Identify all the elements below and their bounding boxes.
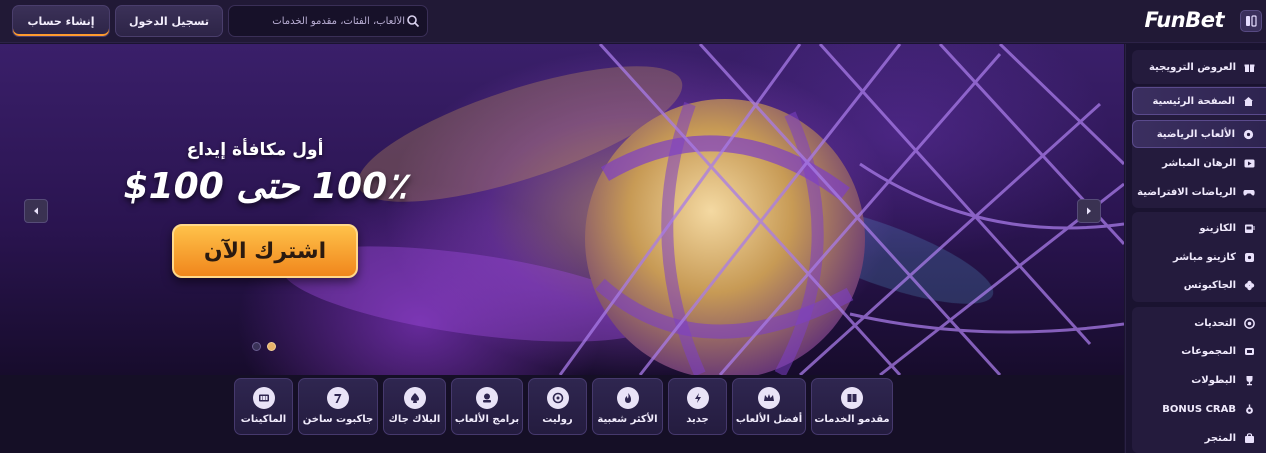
category-label: أفضل الألعاب [735, 414, 803, 425]
subscribe-now-button[interactable]: اشترك الآن [172, 224, 358, 278]
sidebar-item-bonus-crab[interactable]: BONUS CRAB [1132, 395, 1266, 423]
login-button[interactable]: تسجيل الدخول [115, 5, 223, 37]
search-icon[interactable] [406, 14, 420, 28]
category-hot-jackpot[interactable]: جاكبوت ساخن [298, 378, 378, 435]
banner-artwork [281, 44, 1124, 375]
lightning-icon [686, 387, 709, 409]
category-bar: مقدمو الخدمات أفضل الألعاب جديد الأكثر ش… [0, 375, 1124, 453]
sidebar-item-shop[interactable]: المتجر [1132, 424, 1266, 452]
sidebar-group-sports: الصفحة الرئيسية الألعاب الرياضية الرهان … [1132, 86, 1266, 208]
soccer-ball-icon [1242, 128, 1254, 140]
slide-dot-2[interactable] [267, 342, 276, 351]
category-slots[interactable]: الماكينات [234, 378, 293, 435]
crown-icon [758, 387, 780, 409]
slot-icon [252, 387, 275, 409]
gamepad-icon [1243, 186, 1255, 198]
sidebar-item-label: الألعاب الرياضية [1156, 128, 1235, 140]
category-label: برامج الألعاب [454, 414, 520, 425]
sidebar-group-rewards: التحديات المجموعات البطولات BONUS CRAB ا… [1132, 307, 1266, 453]
sidebar-item-jackpots[interactable]: الجاكبوتس [1132, 271, 1266, 299]
sidebar-item-label: الرياضات الافتراضية [1137, 186, 1236, 198]
top-header: إنشاء حساب تسجيل الدخول FunBet [0, 0, 1266, 43]
sidebar-item-label: البطولات [1191, 374, 1236, 386]
category-label: جديد [686, 414, 709, 425]
live-casino-icon [1243, 251, 1255, 263]
sidebar-item-label: التحديات [1194, 317, 1236, 329]
sidebar-item-live-betting[interactable]: الرهان المباشر [1132, 149, 1266, 177]
sidebar-item-label: الجاكبوتس [1183, 279, 1236, 291]
category-label: مقدمو الخدمات [814, 414, 890, 425]
target-icon [1243, 317, 1255, 329]
banner-headline: 100٪ حتى 100$ [123, 166, 407, 207]
sidebar-item-sports[interactable]: الألعاب الرياضية [1132, 120, 1266, 148]
chevron-right-icon [1087, 207, 1091, 215]
sidebar-toggle-icon [1246, 15, 1257, 27]
search-box[interactable] [228, 5, 428, 37]
sidebar-item-label: كازينو مباشر [1173, 251, 1236, 263]
roulette-icon [546, 387, 569, 409]
sidebar-group-casino: الكازينو كازينو مباشر الجاكبوتس [1132, 212, 1266, 302]
register-button[interactable]: إنشاء حساب [12, 5, 110, 37]
trophy-icon [1243, 374, 1255, 386]
promo-banner[interactable]: أول مكافأة إيداع 100٪ حتى 100$ اشترك الآ… [0, 44, 1124, 375]
game-show-icon [476, 387, 498, 409]
sidebar-item-live-casino[interactable]: كازينو مباشر [1132, 243, 1266, 271]
live-play-icon [1243, 157, 1255, 169]
sidebar-item-label: المتجر [1204, 432, 1236, 444]
menu-toggle-button[interactable] [1240, 10, 1262, 32]
sidebar-item-label: الرهان المباشر [1162, 157, 1236, 169]
flame-icon [616, 387, 639, 409]
category-label: البلاك جاك [388, 414, 441, 425]
funbet-logo[interactable]: FunBet [1144, 8, 1224, 32]
shop-icon [1243, 432, 1255, 444]
slide-indicators [252, 342, 276, 351]
collection-icon [1243, 345, 1255, 357]
category-most-popular[interactable]: الأكثر شعبية [592, 378, 663, 435]
book-icon [841, 387, 863, 409]
home-icon [1242, 95, 1254, 107]
banner-next-button[interactable] [1077, 199, 1101, 223]
category-label: جاكبوت ساخن [302, 414, 374, 425]
category-label: الأكثر شعبية [597, 414, 658, 425]
sidebar-item-promotions[interactable]: العروض الترويجية [1132, 53, 1266, 81]
category-game-shows[interactable]: برامج الألعاب [451, 378, 523, 435]
category-label: الماكينات [240, 414, 287, 425]
sidebar: العروض الترويجية الصفحة الرئيسية الألعاب… [1125, 44, 1266, 453]
category-new[interactable]: جديد [668, 378, 727, 435]
category-providers[interactable]: مقدمو الخدمات [811, 378, 893, 435]
chevron-left-icon [34, 207, 38, 215]
category-roulette[interactable]: روليت [528, 378, 587, 435]
sidebar-item-tournaments[interactable]: البطولات [1132, 366, 1266, 394]
sidebar-item-label: الكازينو [1199, 222, 1236, 234]
sidebar-item-label: BONUS CRAB [1162, 403, 1236, 415]
spade-icon [403, 387, 426, 409]
category-label: روليت [542, 414, 573, 425]
search-input[interactable] [237, 6, 405, 36]
banner-prev-button[interactable] [24, 199, 48, 223]
sidebar-item-label: المجموعات [1181, 345, 1236, 357]
sidebar-item-challenges[interactable]: التحديات [1132, 309, 1266, 337]
sidebar-item-label: الصفحة الرئيسية [1152, 95, 1235, 107]
crab-icon [1243, 403, 1255, 415]
clover-icon [1243, 279, 1255, 291]
sidebar-item-virtual-sports[interactable]: الرياضات الافتراضية [1132, 178, 1266, 206]
sidebar-item-casino[interactable]: الكازينو [1132, 214, 1266, 242]
slide-dot-1[interactable] [252, 342, 261, 351]
banner-subtitle: أول مكافأة إيداع [186, 140, 324, 160]
category-top-games[interactable]: أفضل الألعاب [732, 378, 806, 435]
slot-machine-icon [1243, 222, 1255, 234]
category-blackjack[interactable]: البلاك جاك [383, 378, 446, 435]
sidebar-group-promotions: العروض الترويجية [1132, 50, 1266, 84]
sidebar-item-collections[interactable]: المجموعات [1132, 337, 1266, 365]
seven-icon [327, 387, 349, 409]
sidebar-item-label: العروض الترويجية [1148, 61, 1236, 73]
gift-icon [1243, 61, 1255, 73]
sidebar-item-home[interactable]: الصفحة الرئيسية [1132, 87, 1266, 115]
